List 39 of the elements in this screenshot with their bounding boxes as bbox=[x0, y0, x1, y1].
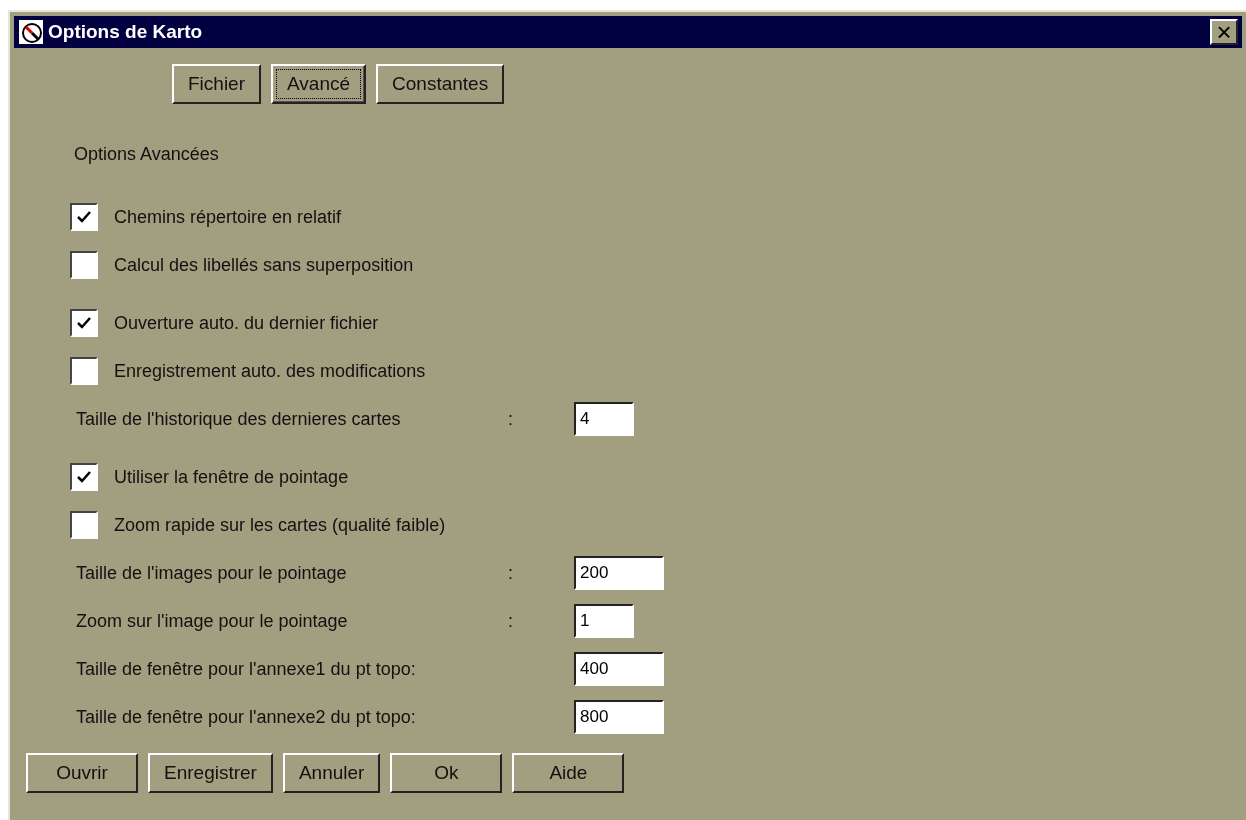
checkbox[interactable] bbox=[70, 309, 98, 337]
checkmark-icon bbox=[77, 211, 91, 223]
input-field[interactable]: 400 bbox=[574, 652, 664, 686]
close-button[interactable]: × bbox=[1210, 19, 1238, 45]
checkbox[interactable] bbox=[70, 251, 98, 279]
tab[interactable]: Constantes bbox=[376, 64, 505, 104]
dialog-button[interactable]: Ouvrir bbox=[26, 753, 138, 793]
input-field[interactable]: 200 bbox=[574, 556, 664, 590]
checkbox[interactable] bbox=[70, 357, 98, 385]
colon: : bbox=[508, 408, 514, 430]
checkbox-label: Enregistrement auto. des modifications bbox=[114, 360, 426, 382]
window-title: Options de Karto bbox=[48, 21, 204, 43]
checkbox-label: Chemins répertoire en relatif bbox=[114, 206, 342, 228]
dialog-button[interactable]: Enregistrer bbox=[148, 753, 273, 793]
checkmark-icon bbox=[77, 471, 91, 483]
checkbox[interactable] bbox=[70, 511, 98, 539]
tab[interactable]: Fichier bbox=[172, 64, 261, 104]
input-field[interactable]: 4 bbox=[574, 402, 634, 436]
field-label: Taille de fenêtre pour l'annexe2 du pt topo: bbox=[76, 706, 417, 728]
checkbox-label: Zoom rapide sur les cartes (qualité faible) bbox=[114, 514, 446, 536]
field-label: Taille de l'historique des dernieres cartes bbox=[76, 408, 402, 430]
checkmark-icon bbox=[77, 317, 91, 329]
tab[interactable]: Avancé bbox=[271, 64, 367, 104]
colon: : bbox=[508, 610, 514, 632]
checkbox-label: Utiliser la fenêtre de pointage bbox=[114, 466, 349, 488]
field-label: Zoom sur l'image pour le pointage bbox=[76, 610, 349, 632]
checkbox[interactable] bbox=[70, 203, 98, 231]
checkbox-label: Ouverture auto. du dernier fichier bbox=[114, 312, 379, 334]
section-title: Options Avancées bbox=[74, 144, 220, 165]
checkbox[interactable] bbox=[70, 463, 98, 491]
field-label: Taille de l'images pour le pointage bbox=[76, 562, 348, 584]
dialog-button[interactable]: Ok bbox=[390, 753, 503, 793]
field-label: Taille de fenêtre pour l'annexe1 du pt topo: bbox=[76, 658, 417, 680]
dialog-button[interactable]: Aide bbox=[512, 753, 625, 793]
checkbox-label: Calcul des libellés sans superposition bbox=[114, 254, 414, 276]
colon: : bbox=[508, 562, 514, 584]
input-field[interactable]: 1 bbox=[574, 604, 634, 638]
dialog-button[interactable]: Annuler bbox=[282, 753, 381, 793]
input-field[interactable]: 800 bbox=[574, 700, 664, 734]
